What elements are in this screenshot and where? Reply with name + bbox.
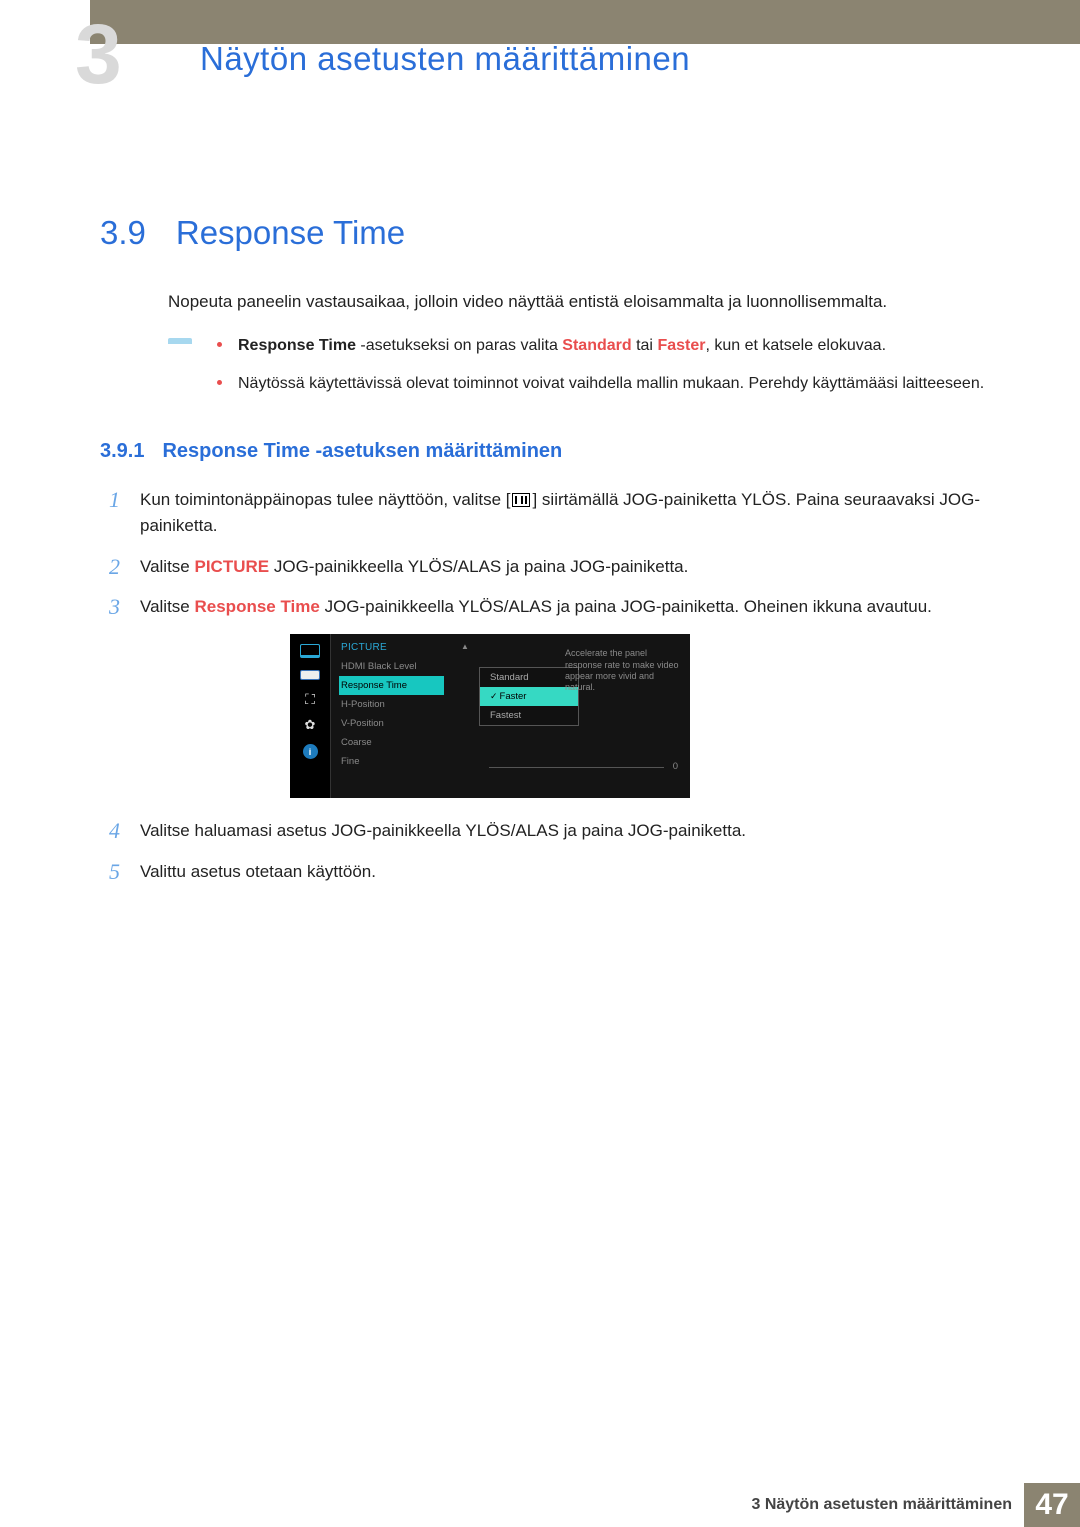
note-text-1: Response Time -asetukseksi on paras vali…	[238, 334, 886, 358]
step-1: 1 Kun toimintonäppäinopas tulee näyttöön…	[100, 487, 990, 540]
s3b: Response Time	[195, 597, 320, 616]
step-number: 4	[100, 818, 120, 844]
footer-chapter-ref: 3 Näytön asetusten määrittäminen	[751, 1483, 1024, 1527]
osd-row-fine: Fine	[341, 752, 680, 771]
osd-dropdown: Standard Faster Fastest	[479, 667, 579, 726]
bullet-dot-icon	[217, 342, 222, 347]
note-text-2: Näytössä käytettävissä olevat toiminnot …	[238, 372, 984, 396]
section-heading: 3.9 Response Time	[100, 214, 990, 252]
info-tab-icon: i	[303, 744, 318, 759]
menu-icon	[512, 493, 530, 507]
note1-p4: tai	[632, 337, 658, 354]
note1-p3: Standard	[562, 337, 631, 354]
note-list: Response Time -asetukseksi on paras vali…	[217, 334, 990, 410]
note1-p5: Faster	[657, 337, 705, 354]
footer-page-number: 47	[1024, 1483, 1080, 1527]
s3c: JOG-painikkeella YLÖS/ALAS ja paina JOG-…	[320, 597, 932, 616]
step-3: 3 Valitse Response Time JOG-painikkeella…	[100, 594, 990, 620]
osd-row-coarse: Coarse	[341, 733, 680, 752]
bullet-dot-icon	[217, 380, 222, 385]
s2c: JOG-painikkeella YLÖS/ALAS ja paina JOG-…	[269, 557, 688, 576]
settings-tab-icon: ✿	[300, 718, 320, 732]
page-content: 3.9 Response Time Nopeuta paneelin vasta…	[0, 44, 1080, 885]
osd-fine-value: 0	[673, 761, 678, 772]
subsection-number: 3.9.1	[100, 440, 144, 463]
note1-p6: , kun et katsele elokuvaa.	[705, 337, 886, 354]
subsection-title: Response Time -asetuksen määrittäminen	[162, 440, 562, 463]
color-tab-icon	[300, 670, 320, 680]
note1-p1: Response Time	[238, 337, 356, 354]
resize-tab-icon: ⛶	[300, 692, 320, 706]
step-3-text: Valitse Response Time JOG-painikkeella Y…	[140, 594, 990, 620]
dropdown-faster: Faster	[480, 687, 578, 706]
header-bar	[0, 0, 1080, 44]
s3a: Valitse	[140, 597, 195, 616]
osd-panel: ⛶ ✿ i PICTURE ▲ HDMI Black Level Respons…	[290, 634, 690, 798]
page-footer: 3 Näytön asetusten määrittäminen 47	[0, 1483, 1080, 1527]
step-1-text: Kun toimintonäppäinopas tulee näyttöön, …	[140, 487, 990, 540]
step-4-text: Valitse haluamasi asetus JOG-painikkeell…	[140, 818, 990, 844]
step-2: 2 Valitse PICTURE JOG-painikkeella YLÖS/…	[100, 554, 990, 580]
step-number: 3	[100, 594, 120, 620]
step-4: 4 Valitse haluamasi asetus JOG-painikkee…	[100, 818, 990, 844]
s1a: Kun toimintonäppäinopas tulee näyttöön, …	[140, 490, 510, 509]
osd-slider-line	[489, 767, 664, 768]
s2a: Valitse	[140, 557, 195, 576]
step-number: 2	[100, 554, 120, 580]
step-5: 5 Valittu asetus otetaan käyttöön.	[100, 859, 990, 885]
note-block: Response Time -asetukseksi on paras vali…	[168, 334, 990, 410]
arrow-up-icon: ▲	[461, 642, 469, 651]
note-bullet-2: Näytössä käytettävissä olevat toiminnot …	[217, 372, 990, 396]
note-icon	[168, 338, 192, 350]
section-intro: Nopeuta paneelin vastausaikaa, jolloin v…	[168, 292, 990, 312]
dropdown-standard: Standard	[480, 668, 578, 687]
step-5-text: Valittu asetus otetaan käyttöön.	[140, 859, 990, 885]
osd-sidebar: ⛶ ✿ i	[290, 634, 330, 798]
step-number: 5	[100, 859, 120, 885]
step-number: 1	[100, 487, 120, 540]
section-title: Response Time	[176, 214, 405, 252]
note-bullet-1: Response Time -asetukseksi on paras vali…	[217, 334, 990, 358]
osd-description: Accelerate the panel response rate to ma…	[565, 648, 680, 693]
s2b: PICTURE	[195, 557, 270, 576]
section-number: 3.9	[100, 214, 146, 252]
osd-screenshot: ⛶ ✿ i PICTURE ▲ HDMI Black Level Respons…	[290, 634, 990, 798]
dropdown-fastest: Fastest	[480, 706, 578, 725]
osd-main: PICTURE ▲ HDMI Black Level Response Time…	[330, 634, 690, 798]
note1-p2: -asetukseksi on paras valita	[356, 337, 562, 354]
picture-tab-icon	[300, 644, 320, 658]
osd-row-response-time: Response Time	[339, 676, 444, 695]
subsection-heading: 3.9.1 Response Time -asetuksen määrittäm…	[100, 440, 990, 463]
step-2-text: Valitse PICTURE JOG-painikkeella YLÖS/AL…	[140, 554, 990, 580]
